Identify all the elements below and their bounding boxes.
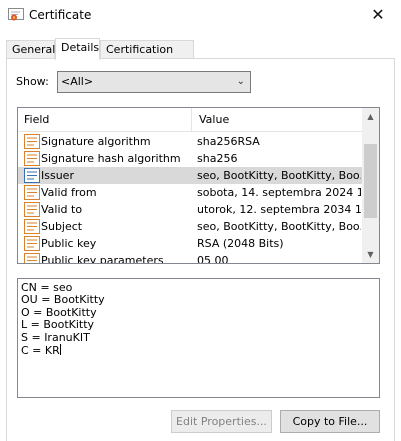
- tab-strip: General Details Certification Path: [0, 38, 401, 73]
- tab-details[interactable]: Details: [55, 38, 100, 60]
- cert-field-icon: [24, 219, 40, 234]
- row-field-value: 05 00: [197, 254, 229, 264]
- list-row[interactable]: Valid to utorok, 12. septembra 2034 1...: [18, 201, 364, 218]
- scroll-thumb[interactable]: [364, 144, 377, 218]
- list-scrollbar[interactable]: ▲ ▼: [362, 108, 379, 263]
- list-row[interactable]: Public key parameters 05 00: [18, 252, 364, 264]
- cert-field-icon: [24, 202, 40, 217]
- list-header: Field Value: [18, 108, 364, 132]
- show-dropdown[interactable]: <All> ⌄: [57, 71, 251, 93]
- row-field-value: seo, BootKitty, BootKitty, Boo...: [197, 169, 361, 182]
- row-field-name: Signature algorithm: [41, 135, 151, 148]
- detail-line: C = KR: [21, 344, 376, 357]
- row-field-value: seo, BootKitty, BootKitty, Boo...: [197, 220, 361, 233]
- detail-line-text: L = BootKitty: [21, 318, 95, 332]
- row-field-value: utorok, 12. septembra 2034 1...: [197, 203, 361, 216]
- list-row[interactable]: Signature algorithm sha256RSA: [18, 133, 364, 150]
- field-list[interactable]: Field Value Signature algorithm sha256RSA…: [17, 107, 380, 264]
- text-caret: [59, 344, 61, 356]
- row-field-name: Signature hash algorithm: [41, 152, 181, 165]
- tab-general[interactable]: General: [6, 40, 55, 59]
- row-field-value: sobota, 14. septembra 2024 1...: [197, 186, 361, 199]
- show-label: Show:: [16, 75, 49, 88]
- show-dropdown-value: <All>: [61, 75, 94, 88]
- list-row[interactable]: Issuer seo, BootKitty, BootKitty, Boo...: [18, 167, 364, 184]
- row-field-value: RSA (2048 Bits): [197, 237, 284, 250]
- detail-line-text: S = IranuKIT: [21, 330, 90, 344]
- column-header-value[interactable]: Value: [193, 108, 364, 132]
- cert-field-icon: [24, 236, 40, 251]
- list-row[interactable]: Valid from sobota, 14. septembra 2024 1..…: [18, 184, 364, 201]
- row-field-value: sha256RSA: [197, 135, 260, 148]
- list-row[interactable]: Subject seo, BootKitty, BootKitty, Boo...: [18, 218, 364, 235]
- cert-field-icon: [24, 185, 40, 200]
- close-button[interactable]: ✕: [355, 0, 401, 32]
- certificate-icon: [8, 8, 24, 21]
- list-row[interactable]: Signature hash algorithm sha256: [18, 150, 364, 167]
- scroll-down-icon[interactable]: ▼: [362, 246, 379, 263]
- field-detail-textbox[interactable]: CN = seo OU = BootKitty O = BootKitty L = B…: [17, 278, 380, 398]
- detail-line-text: C = KR: [21, 344, 60, 358]
- list-rows: Signature algorithm sha256RSA Signature ha…: [18, 133, 364, 264]
- chevron-down-icon: ⌄: [236, 76, 245, 87]
- row-field-name: Subject: [41, 220, 83, 233]
- column-header-field[interactable]: Field: [18, 108, 192, 132]
- row-field-name: Public key parameters: [41, 254, 164, 264]
- row-field-name: Valid from: [41, 186, 97, 199]
- cert-field-icon: [24, 134, 40, 149]
- detail-line-text: O = BootKitty: [21, 305, 97, 319]
- detail-line: S = IranuKIT: [21, 330, 376, 344]
- detail-line-text: CN = seo: [21, 281, 73, 294]
- scroll-up-icon[interactable]: ▲: [362, 108, 379, 125]
- edit-properties-button[interactable]: Edit Properties...: [171, 410, 272, 433]
- row-field-value: sha256: [197, 152, 238, 165]
- cert-field-icon: [24, 168, 40, 183]
- tab-certification-path[interactable]: Certification Path: [100, 40, 194, 73]
- window-title: Certificate: [29, 8, 92, 22]
- row-field-name: Issuer: [41, 169, 74, 182]
- title-bar: Certificate ✕: [0, 0, 401, 32]
- row-field-name: Public key: [41, 237, 97, 250]
- cert-field-icon: [24, 151, 40, 166]
- list-row[interactable]: Public key RSA (2048 Bits): [18, 235, 364, 252]
- cert-field-icon: [24, 253, 40, 263]
- copy-to-file-button[interactable]: Copy to File...: [280, 410, 380, 433]
- detail-line-text: OU = BootKitty: [21, 293, 105, 307]
- row-field-name: Valid to: [41, 203, 83, 216]
